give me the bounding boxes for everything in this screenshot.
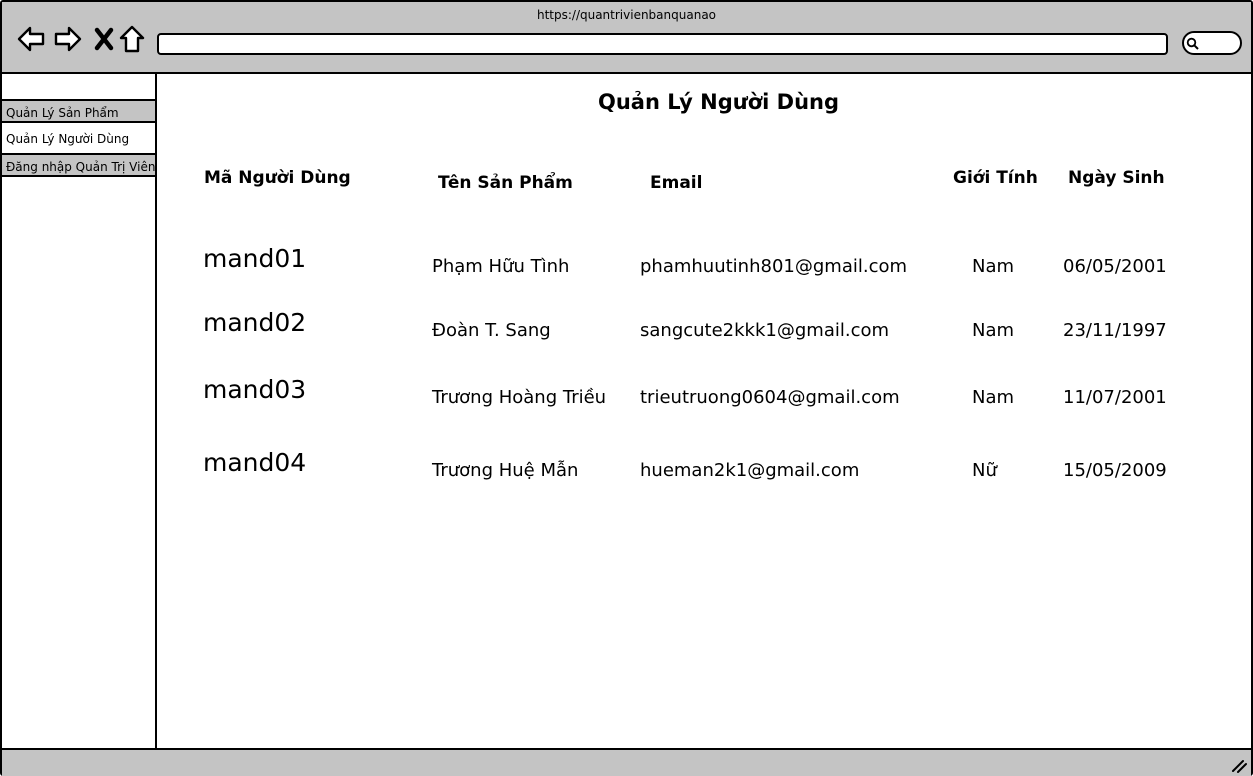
user-email: phamhuutinh801@gmail.com [640,256,908,277]
search-input[interactable] [1182,31,1242,55]
close-x-icon[interactable] [90,24,120,54]
sidebar-item-quan-ly-nguoi-dung[interactable]: Quản Lý Người Dùng [2,127,155,151]
home-icon[interactable] [118,24,148,54]
user-email: hueman2k1@gmail.com [640,460,860,481]
back-arrow-icon[interactable] [16,24,46,54]
page-title: Quản Lý Người Dùng [597,90,840,114]
address-bar[interactable] [157,33,1168,55]
user-dob: 11/07/2001 [1063,387,1167,408]
user-name: Trương Hoàng Triều [432,387,607,408]
column-header-ngay-sinh: Ngày Sinh [1068,168,1165,188]
sidebar: Quản Lý Sản Phẩm Quản Lý Người Dùng Đăng… [2,74,157,748]
user-name: Trương Huệ Mẫn [432,460,579,481]
user-id: mand03 [203,375,307,404]
user-gender: Nam [972,320,1015,341]
user-id: mand04 [203,448,307,477]
column-header-gioi-tinh: Giới Tính [953,168,1038,188]
column-header-ma-nguoi-dung: Mã Người Dùng [204,168,351,188]
browser-toolbar: https://quantrivienbanquanao [2,2,1251,74]
forward-arrow-icon[interactable] [53,24,83,54]
user-name: Đoàn T. Sang [432,320,551,341]
column-header-email: Email [650,173,703,193]
column-header-ten-san-pham: Tên Sản Phẩm [438,173,573,193]
user-id: mand02 [203,308,307,337]
user-email: sangcute2kkk1@gmail.com [640,320,890,341]
search-icon [1186,37,1199,50]
user-email: trieutruong0604@gmail.com [640,387,900,408]
user-gender: Nam [972,256,1015,277]
sidebar-item-dang-nhap-quan-tri-vien[interactable]: Đăng nhập Quản Trị Viên [2,153,155,177]
user-gender: Nữ [972,460,997,481]
user-dob: 15/05/2009 [1063,460,1167,481]
resize-handle-icon[interactable] [1231,759,1247,773]
status-bar [2,748,1251,776]
user-id: mand01 [203,244,307,273]
user-dob: 23/11/1997 [1063,320,1167,341]
user-dob: 06/05/2001 [1063,256,1167,277]
browser-window: https://quantrivienbanquanao Quản Lý Sản… [0,0,1253,776]
user-name: Phạm Hữu Tình [432,256,570,277]
sidebar-item-quan-ly-san-pham[interactable]: Quản Lý Sản Phẩm [2,99,155,123]
user-gender: Nam [972,387,1015,408]
url-label: https://quantrivienbanquanao [536,8,717,22]
